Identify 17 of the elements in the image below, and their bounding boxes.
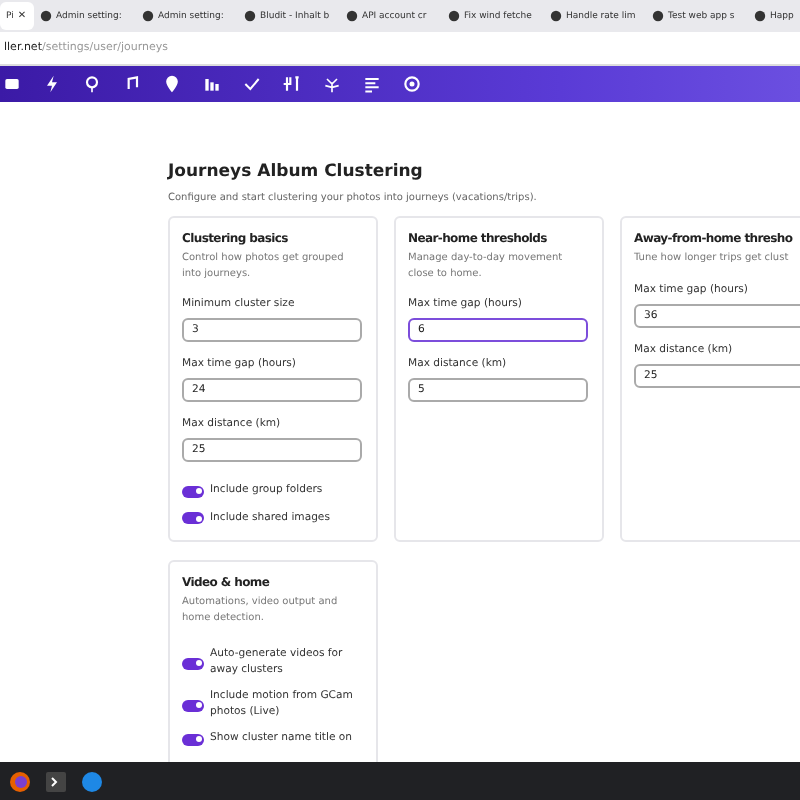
chart-icon[interactable] [202,74,222,94]
page-title: Journeys Album Clustering [168,162,425,182]
toggle-switch[interactable] [182,699,204,711]
check-icon[interactable] [242,74,262,94]
toggle-switch[interactable] [182,733,204,746]
terminal-icon[interactable] [44,769,68,793]
food-icon[interactable] [282,74,302,94]
marker-icon[interactable] [162,74,182,94]
settings-icon[interactable] [402,74,422,94]
toggle-switch[interactable] [182,512,204,525]
mail-icon[interactable] [2,74,22,94]
toggle-switch[interactable] [182,657,204,669]
bolt-icon[interactable] [42,74,62,94]
pin-icon[interactable] [82,74,102,94]
browser-icon[interactable] [8,769,32,793]
list-icon[interactable] [362,74,382,94]
toggle-switch[interactable] [182,485,204,498]
